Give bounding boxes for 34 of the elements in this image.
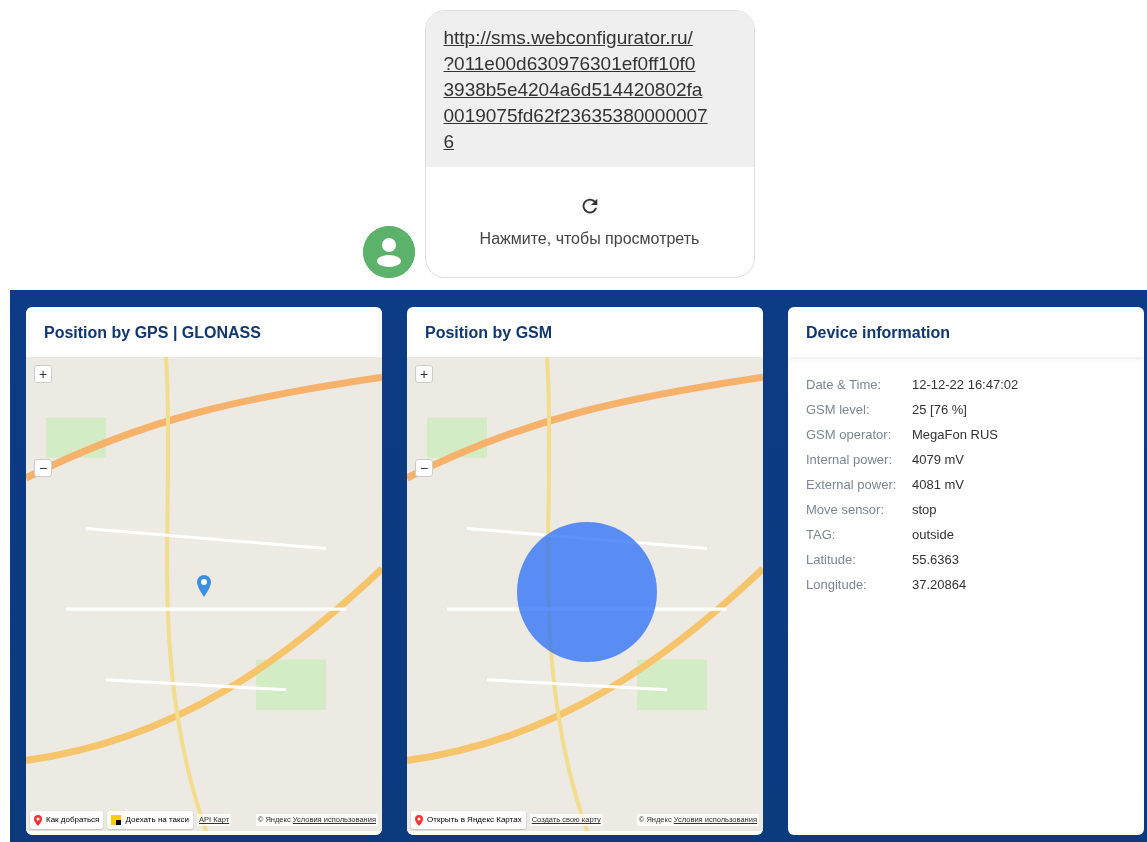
field-label: TAG:	[806, 526, 837, 544]
map-pin-icon	[415, 814, 423, 826]
map-footer-button[interactable]: Доехать на такси	[107, 811, 194, 829]
field-value: stop	[912, 501, 938, 519]
field-label: GSM operator:	[806, 426, 893, 444]
taxi-icon	[111, 815, 122, 825]
card-title: Device information	[788, 307, 1144, 357]
field-value: 25 [76 %]	[912, 401, 968, 419]
field-value: 4081 mV	[912, 476, 966, 494]
field-label: Move sensor:	[806, 501, 886, 519]
field-label: Date & Time:	[806, 376, 883, 394]
card-title: Position by GSM	[407, 307, 763, 357]
card-title: Position by GPS | GLONASS	[26, 307, 382, 357]
zoom-out-button[interactable]: −	[34, 459, 52, 477]
field-label: GSM level:	[806, 401, 871, 419]
zoom-out-button[interactable]: −	[415, 459, 433, 477]
field-label: External power:	[806, 476, 898, 494]
map-pin-icon	[34, 814, 42, 826]
field-label: Latitude:	[806, 551, 857, 569]
zoom-in-button[interactable]: +	[415, 365, 433, 383]
field-label: Longitude:	[806, 576, 868, 594]
map-footer-button[interactable]: Как добраться	[30, 811, 104, 829]
location-pin-icon[interactable]	[196, 575, 212, 597]
field-value: MegaFon RUS	[912, 426, 999, 444]
field-value: 4079 mV	[912, 451, 966, 469]
zoom-in-button[interactable]: +	[34, 365, 52, 383]
field-value: 55.6363	[912, 551, 960, 569]
field-value: outside	[912, 526, 955, 544]
avatar-icon	[362, 226, 415, 278]
field-value: 37.20864	[912, 576, 968, 594]
field-label: Internal power:	[806, 451, 893, 469]
map-footer-button[interactable]: Открыть в Яндекс Картах	[411, 811, 526, 829]
tap-to-view-text[interactable]: Нажмите, чтобы просмотреть	[479, 227, 700, 251]
field-value: 12-12-22 16:47:02	[912, 376, 1020, 394]
